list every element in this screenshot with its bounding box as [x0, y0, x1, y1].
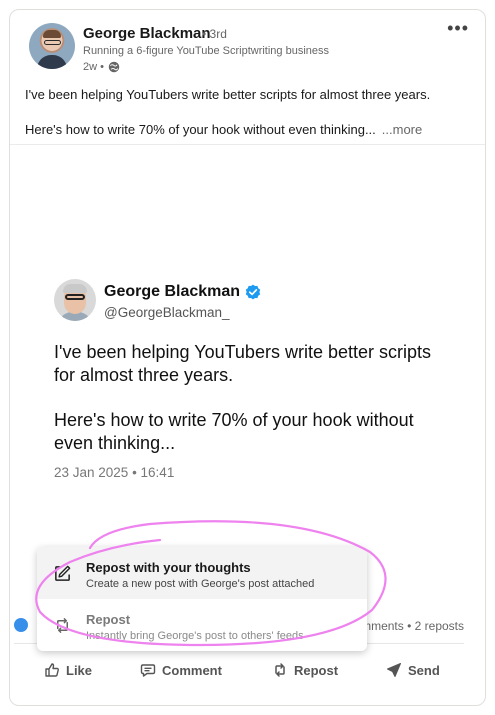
verified-icon	[245, 284, 261, 300]
connection-degree: • 3rd	[202, 27, 227, 41]
tweet-author-name: George Blackman	[104, 283, 261, 301]
post-meta: 2w •	[83, 61, 120, 73]
globe-icon	[108, 61, 120, 73]
post-age: 2w •	[83, 61, 104, 73]
author-headline: Running a 6-figure YouTube Scriptwriting…	[83, 45, 330, 57]
repost-icon	[275, 663, 285, 677]
like-button[interactable]: Like	[44, 655, 92, 685]
comment-button[interactable]: Comment	[140, 655, 222, 685]
tweet-handle: @GeorgeBlackman_	[104, 305, 230, 320]
like-icon	[45, 663, 59, 677]
author-avatar[interactable]	[29, 23, 75, 69]
repost-menu: Repost with your thoughts Create a new p…	[37, 547, 367, 651]
tweet-image[interactable]: George Blackman @GeorgeBlackman_ I've be…	[10, 145, 485, 550]
tweet-paragraph-2: Here's how to write 70% of your hook wit…	[54, 410, 414, 453]
option-title: Repost	[86, 612, 131, 627]
tweet-avatar	[54, 279, 96, 321]
post-text: I've been helping YouTubers write better…	[25, 86, 475, 138]
tweet-paragraph-1: I've been helping YouTubers write better…	[54, 342, 431, 385]
see-more-link[interactable]: ...more	[382, 122, 422, 137]
option-description: Instantly bring George's post to others'…	[86, 630, 304, 642]
option-description: Create a new post with George's post att…	[86, 578, 315, 590]
reactions-icon[interactable]	[14, 618, 28, 632]
repost-button[interactable]: Repost	[272, 655, 338, 685]
repost-option[interactable]: Repost Instantly bring George's post to …	[37, 599, 367, 651]
post-text-line1: I've been helping YouTubers write better…	[25, 87, 431, 102]
comments-reposts-count[interactable]: mments • 2 reposts	[361, 619, 464, 633]
tweet-body: I've been helping YouTubers write better…	[54, 341, 454, 455]
tweet-date: 23 Jan 2025 • 16:41	[54, 465, 175, 480]
repost-icon	[56, 618, 69, 633]
post-text-line2: Here's how to write 70% of your hook wit…	[25, 122, 376, 137]
action-bar: Like Comment Repost Send	[0, 655, 495, 685]
send-icon	[387, 663, 401, 677]
send-button[interactable]: Send	[386, 655, 440, 685]
author-name[interactable]: George Blackman	[83, 25, 211, 42]
repost-with-thoughts-option[interactable]: Repost with your thoughts Create a new p…	[37, 547, 367, 599]
comment-icon	[140, 664, 156, 677]
option-title: Repost with your thoughts	[86, 560, 251, 575]
more-options-icon[interactable]: •••	[447, 18, 469, 39]
edit-icon	[55, 565, 71, 581]
